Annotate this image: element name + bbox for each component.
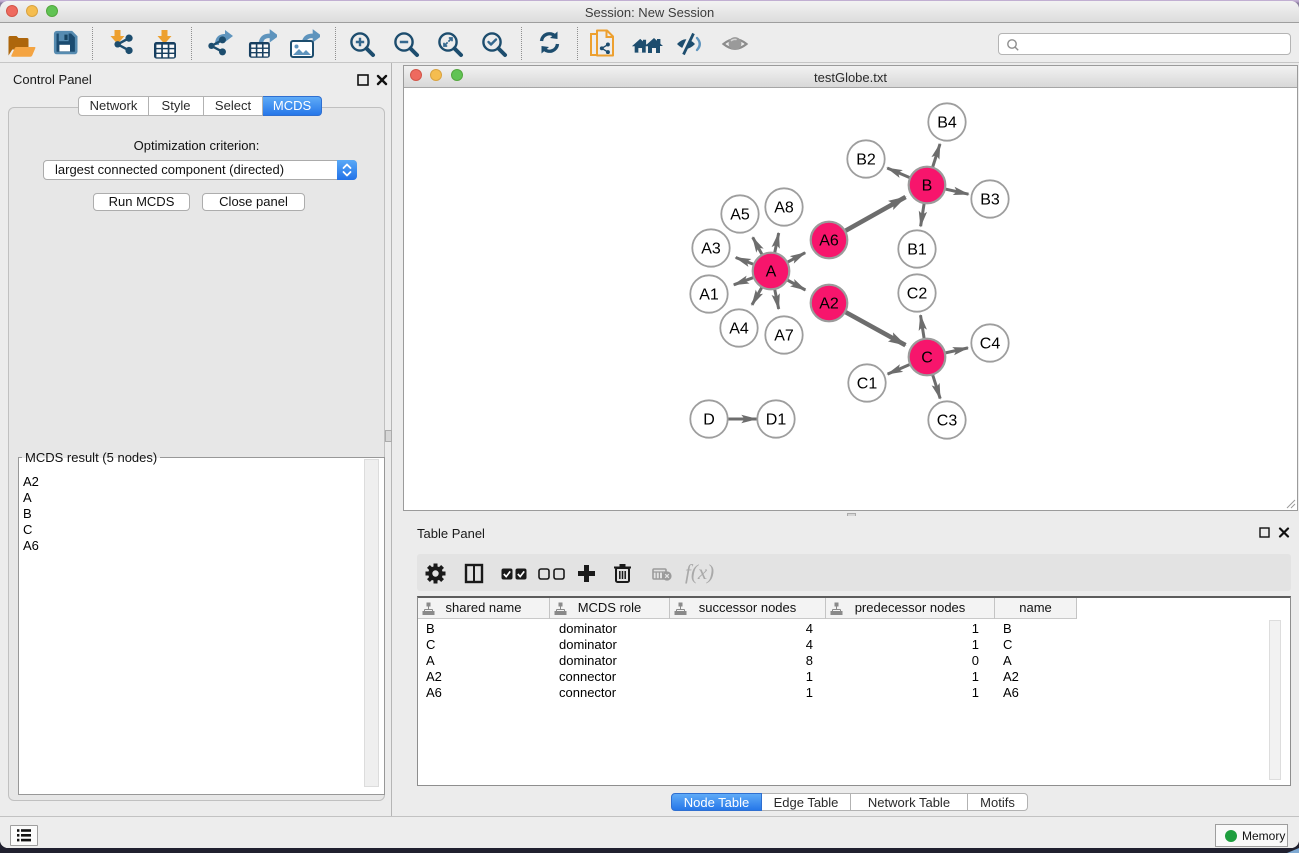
svg-text:A6: A6 xyxy=(819,233,839,250)
svg-text:B3: B3 xyxy=(980,192,1000,209)
svg-text:A7: A7 xyxy=(774,328,794,345)
svg-text:A3: A3 xyxy=(701,241,721,258)
svg-text:B4: B4 xyxy=(937,115,957,132)
svg-text:B2: B2 xyxy=(856,152,876,169)
svg-text:B1: B1 xyxy=(907,242,927,259)
svg-text:A: A xyxy=(766,264,777,281)
svg-text:C1: C1 xyxy=(857,376,878,393)
svg-text:A8: A8 xyxy=(774,200,794,217)
svg-text:A1: A1 xyxy=(699,287,719,304)
svg-text:B: B xyxy=(922,178,933,195)
svg-text:D: D xyxy=(703,412,715,429)
svg-text:D1: D1 xyxy=(766,412,787,429)
svg-text:C4: C4 xyxy=(980,336,1001,353)
svg-text:C3: C3 xyxy=(937,413,958,430)
svg-text:A2: A2 xyxy=(819,296,839,313)
svg-text:A4: A4 xyxy=(729,321,749,338)
svg-text:C2: C2 xyxy=(907,286,928,303)
svg-text:C: C xyxy=(921,350,933,367)
svg-text:A5: A5 xyxy=(730,207,750,224)
